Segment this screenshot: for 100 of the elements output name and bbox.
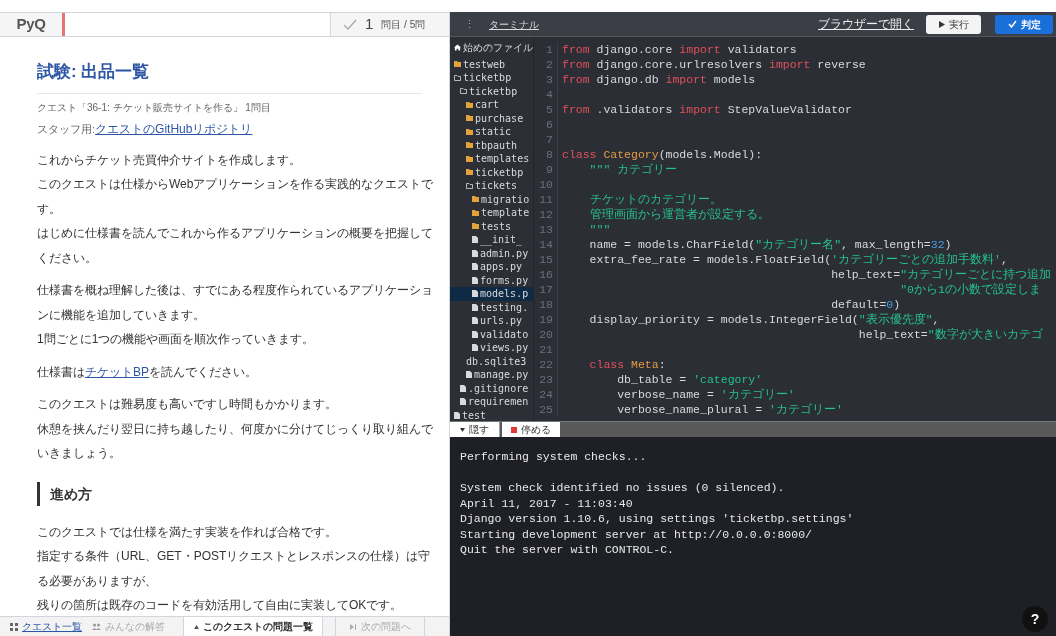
line-number: 1: [546, 43, 553, 56]
tree-item[interactable]: migratio: [450, 192, 533, 206]
logo[interactable]: PyQ: [0, 13, 62, 36]
tree-item[interactable]: tickets: [450, 179, 533, 193]
line-number: 24: [539, 388, 553, 401]
code-line: class Category(models.Model):: [561, 147, 763, 162]
github-link[interactable]: クエストのGitHubリポジトリ: [95, 119, 253, 138]
tree-item[interactable]: testweb: [450, 57, 533, 71]
tree-item[interactable]: urls.py: [450, 314, 533, 328]
tree-item[interactable]: validato: [450, 327, 533, 341]
code-line: class Meta:: [588, 357, 666, 372]
folder-outline-icon: [466, 182, 473, 189]
line-number: 12: [539, 208, 553, 221]
line-number: 9: [546, 163, 553, 176]
tree-item[interactable]: admin.py: [450, 246, 533, 260]
line-number: 22: [539, 358, 553, 371]
menu-icon[interactable]: ⋮: [464, 15, 475, 33]
line-number: 21: [539, 343, 553, 356]
body-text: このクエストでは仕様を満たす実装を作れば合格です。: [37, 523, 338, 541]
stop-icon: [511, 426, 517, 433]
quest-list-link[interactable]: クエスト一覧: [10, 619, 82, 634]
line-number: 17: [539, 283, 553, 296]
line-number: 8: [546, 148, 553, 161]
spec-link[interactable]: チケットBP: [85, 364, 149, 379]
tree-item[interactable]: cart: [450, 98, 533, 112]
code-line: """ カテゴリー: [588, 162, 678, 177]
body-text: 残りの箇所は既存のコードを有効活用して自由に実装してOKです。: [37, 597, 404, 614]
body-text: はじめに仕様書を読んでこれから作るアプリケーションの概要を把握してください。: [37, 225, 434, 267]
caret-down-icon: [460, 427, 465, 432]
problem-count: 問目 / 5問: [381, 18, 426, 32]
line-number: 18: [539, 298, 553, 311]
body-text: 1問ごとに1つの機能や画面を順次作っていきます。: [37, 331, 316, 348]
code-line: help_text="数字が大きいカテゴ: [857, 327, 1043, 342]
line-number: 20: [539, 328, 553, 341]
line-number: 10: [539, 178, 553, 191]
code-line: display_priority = models.IntegerField("表示優先度",: [588, 312, 940, 327]
line-number: 15: [539, 253, 553, 266]
body-text: このクエストは難易度も高いですし時間もかかります。: [37, 396, 338, 413]
caret-up-icon: [193, 624, 199, 629]
code-line: name = models.CharField("カテゴリー名", max_length=32): [588, 237, 952, 252]
home-icon: [454, 44, 461, 52]
line-number: 7: [546, 133, 553, 146]
body-text: 仕様書を概ね理解した後は、すでにある程度作られているアプリケーションに機能を追加していきます。: [37, 282, 434, 324]
tree-item[interactable]: .gitignore: [450, 381, 533, 395]
body-text: 仕様書はチケットBPを読んでください。: [37, 363, 258, 381]
body-text: これからチケット売買仲介サイトを作成します。: [37, 151, 302, 169]
hide-tab[interactable]: 隠す: [450, 422, 500, 437]
check-icon: [1007, 20, 1017, 28]
section-heading: 進め方: [37, 481, 441, 506]
tree-item[interactable]: ticketbp: [450, 71, 533, 85]
code-line: extra_fee_rate = models.FloatField('カテゴリーごとの追加手数料',: [588, 252, 1008, 267]
tree-item[interactable]: testing.: [450, 300, 533, 314]
line-number: 4: [546, 88, 553, 101]
tree-item[interactable]: tests: [450, 219, 533, 233]
line-number: 11: [539, 193, 553, 206]
tree-item[interactable]: 始めのファイル: [450, 41, 533, 55]
tree-item[interactable]: purchase: [450, 111, 533, 125]
code-line: 管理画面から運営者が設定する。: [588, 207, 770, 222]
staff-label: スタッフ用:: [37, 121, 96, 137]
tree-item[interactable]: db.sqlite3: [450, 354, 533, 368]
line-number: 14: [539, 238, 553, 251]
body-text: 指定する条件（URL、GET・POSTリクエストとレスポンスの仕様）は守る必要がありますが、: [37, 548, 432, 590]
tree-item[interactable]: templates: [450, 152, 533, 166]
tree-item[interactable]: tbpauth: [450, 138, 533, 152]
tree-item[interactable]: apps.py: [450, 260, 533, 274]
line-number: 16: [539, 268, 553, 281]
body-text: 休憩を挟んだり翌日に持ち越したり、何度かに分けてじっくり取り組んでいきましょう。: [37, 420, 434, 462]
folder-icon: [454, 61, 461, 68]
tree-item[interactable]: static: [450, 125, 533, 139]
tree-item[interactable]: models.p: [450, 287, 533, 301]
tree-item[interactable]: forms.py: [450, 273, 533, 287]
tree-item[interactable]: views.py: [450, 341, 533, 355]
tree-item[interactable]: requiremen: [450, 395, 533, 409]
tree-item[interactable]: template: [450, 206, 533, 220]
body-text: このクエストは仕様からWebアプリケーションを作る実践的なクエストです。: [37, 176, 435, 218]
stop-tab[interactable]: 停める: [502, 422, 560, 437]
problem-list-button[interactable]: このクエストの問題一覧: [183, 617, 323, 636]
terminal-output: System check identified no issues (0 silenced).: [460, 480, 786, 496]
line-number: 23: [539, 373, 553, 386]
judge-button[interactable]: 判定: [995, 14, 1053, 34]
code-line: """: [588, 222, 611, 237]
tree-item[interactable]: __init_: [450, 233, 533, 247]
terminal-output: Quit the server with CONTROL-C.: [460, 542, 675, 558]
line-number: 2: [546, 58, 553, 71]
code-line: db_table = 'category': [616, 372, 763, 387]
play-icon: [938, 20, 945, 28]
tree-item[interactable]: ticketbp: [450, 84, 533, 98]
tree-item[interactable]: manage.py: [450, 368, 533, 382]
lesson-title: 試験: 出品一覧: [37, 55, 422, 94]
tree-item[interactable]: test: [450, 408, 533, 421]
run-button[interactable]: 実行: [926, 14, 981, 34]
terminal-link[interactable]: ターミナル: [489, 16, 539, 32]
line-number: 6: [546, 118, 553, 131]
code-line: verbose_name_plural = 'カテゴリー': [616, 402, 843, 417]
open-browser-link[interactable]: ブラウザーで開く: [818, 15, 914, 33]
code-line: from django.db import models: [561, 72, 756, 87]
terminal-output: Performing system checks...: [460, 449, 648, 465]
tree-item[interactable]: ticketbp: [450, 165, 533, 179]
problem-number: 1: [365, 14, 374, 35]
quest-info: クエスト「36-1: チケット販売サイトを作る」 1問目: [37, 100, 272, 115]
